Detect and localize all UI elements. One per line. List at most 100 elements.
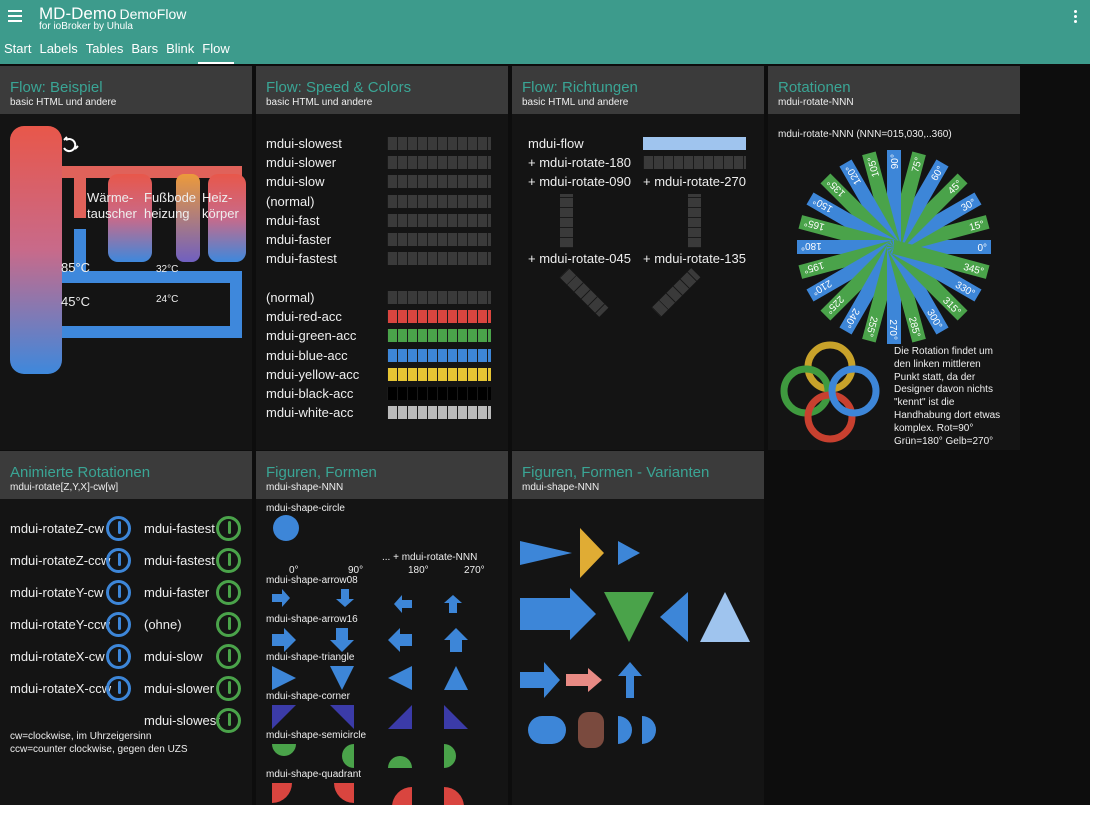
speed-6-label: mdui-fastest [266, 251, 337, 267]
rotate-icon [216, 644, 241, 669]
card-header: Flow: Richtungen basic HTML und andere [512, 66, 764, 114]
top-app-bar: MD-Demo DemoFlow for ioBroker by Uhula St… [0, 0, 1090, 64]
speed-3-strip [387, 194, 491, 208]
rotate-icon [106, 676, 131, 701]
tab-bars[interactable]: Bars [127, 38, 162, 64]
card-subtitle: mdui-rotate[Z,Y,X]-cw[w] [10, 482, 119, 493]
rotate-icon [216, 676, 241, 701]
speed-0-label: mdui-slowest [266, 136, 342, 151]
card-header: Figuren, Formen - Varianten mdui-shape-N… [512, 451, 764, 499]
rotate-icon [106, 580, 131, 605]
dir-label-flow: mdui-flow [528, 136, 584, 151]
shape-name-label: mdui-shape-arrow16 [266, 613, 358, 625]
app-title-sub: DemoFlow [119, 6, 187, 22]
rotate-icon [216, 548, 241, 573]
tab-flow[interactable]: Flow [198, 38, 234, 64]
shape-sample [444, 589, 470, 615]
card-flow-example: Flow: Beispiel basic HTML und andere Wär… [0, 66, 252, 450]
label-fussbode: Fußbode [144, 190, 197, 205]
rotate-icon [106, 644, 131, 669]
heating-flow-diagram [10, 126, 246, 374]
color-2-strip [387, 329, 491, 343]
card-title: Flow: Beispiel [10, 79, 103, 96]
anim-right-label: mdui-slowest [144, 713, 220, 728]
card-subtitle: mdui-shape-NNN [266, 482, 344, 493]
rotation-angle-label: 90° [890, 154, 901, 169]
color-5-label: mdui-black-acc [266, 386, 354, 401]
label-waerme: Wärme- [87, 190, 134, 205]
rotate-icon [106, 612, 131, 637]
label-tauscher: tauscher [87, 206, 137, 221]
note-line: Designer davon nichts [894, 384, 993, 396]
tab-tables[interactable]: Tables [82, 38, 128, 64]
note-line: "kennt" ist die [894, 397, 955, 409]
speed-4-label: mdui-fast [266, 212, 320, 228]
flow-strip-045 [559, 268, 609, 317]
rotation-caption: mdui-rotate-NNN (NNN=015,030,..360) [778, 129, 952, 140]
menu-icon[interactable] [6, 9, 26, 23]
flow-strip-270 [688, 194, 701, 248]
note-line: Punkt statt, da der [894, 371, 976, 383]
shape-circle-label: mdui-shape-circle [266, 503, 345, 514]
card-title: Flow: Speed & Colors [266, 79, 412, 96]
boiler-tank [10, 126, 62, 374]
anim-left-label: mdui-rotateZ-ccw [10, 553, 111, 568]
anim-left-label: mdui-rotateY-cw [10, 585, 104, 600]
dir-label-180: + mdui-rotate-180 [528, 155, 631, 170]
shape-sample [330, 589, 356, 615]
card-flow-speed: Flow: Speed & Colors basic HTML und ande… [256, 66, 508, 450]
card-header: Figuren, Formen mdui-shape-NNN [256, 451, 508, 499]
card-animated-rotations: Animierte Rotationen mdui-rotate[Z,Y,X]-… [0, 451, 252, 805]
speed-6-strip [387, 252, 491, 266]
shape-sample [444, 743, 470, 770]
rotate-icon [216, 516, 241, 541]
sync-icon [63, 136, 79, 153]
app-subtitle: for ioBroker by Uhula [39, 21, 133, 32]
card-title: Rotationen [778, 79, 851, 96]
shape-sample [330, 743, 356, 770]
flow-strip-default [643, 137, 746, 150]
deg-270: 270° [464, 565, 485, 576]
rotation-rings [780, 341, 880, 443]
color-3-label: mdui-blue-acc [266, 347, 348, 363]
deg-180: 180° [408, 565, 429, 576]
anim-right-label: mdui-fastest [144, 521, 215, 536]
anim-right-label: mdui-fastest [144, 553, 215, 568]
note-line: Handhabung dort etwas [894, 410, 1001, 421]
shape-sample [272, 782, 298, 806]
card-subtitle: mdui-shape-NNN [522, 482, 600, 493]
cold-pipe-return [62, 326, 242, 338]
tab-blink[interactable]: Blink [162, 38, 198, 64]
shape-sample [272, 743, 298, 770]
speed-5-label: mdui-faster [266, 232, 332, 247]
shape-sample [272, 627, 298, 654]
card-subtitle: basic HTML und andere [266, 97, 373, 108]
note-line: komplex. Rot=90° [894, 422, 974, 434]
rotate-icon [216, 708, 241, 733]
note-line: Die Rotation findet um [894, 346, 993, 357]
anim-left-label: mdui-rotateX-cw [10, 649, 105, 664]
shape-sample [388, 589, 414, 615]
temp-32: 32°C [156, 264, 179, 275]
rotation-angle-label: 180° [801, 240, 822, 251]
shape-sample [388, 744, 414, 770]
shape-sample [272, 666, 298, 692]
label-heiz: Heiz- [202, 190, 233, 205]
flow-strip-090 [560, 194, 573, 248]
color-1-strip [387, 310, 491, 324]
tab-start[interactable]: Start [0, 38, 35, 64]
shape-sample [388, 627, 414, 654]
rotation-wheel: 0°15°30°45°60°75°90°105°120°135°150°165°… [797, 150, 991, 344]
speed-1-label: mdui-slower [266, 155, 337, 171]
dir-label-270: + mdui-rotate-270 [643, 174, 746, 189]
temp-24: 24°C [156, 294, 179, 305]
anim-left-label: mdui-rotateY-ccw [10, 617, 110, 632]
shape-name-label: mdui-shape-corner [266, 691, 350, 703]
card-flow-directions: Flow: Richtungen basic HTML und andere m… [512, 66, 764, 450]
shape-name-label: mdui-shape-semicircle [266, 729, 367, 741]
color-4-strip [387, 367, 491, 381]
more-vert-icon[interactable] [1070, 9, 1080, 25]
tab-labels[interactable]: Labels [35, 38, 81, 64]
note-line: Grün=180° Gelb=270° [894, 435, 994, 447]
shape-sample [444, 627, 470, 654]
